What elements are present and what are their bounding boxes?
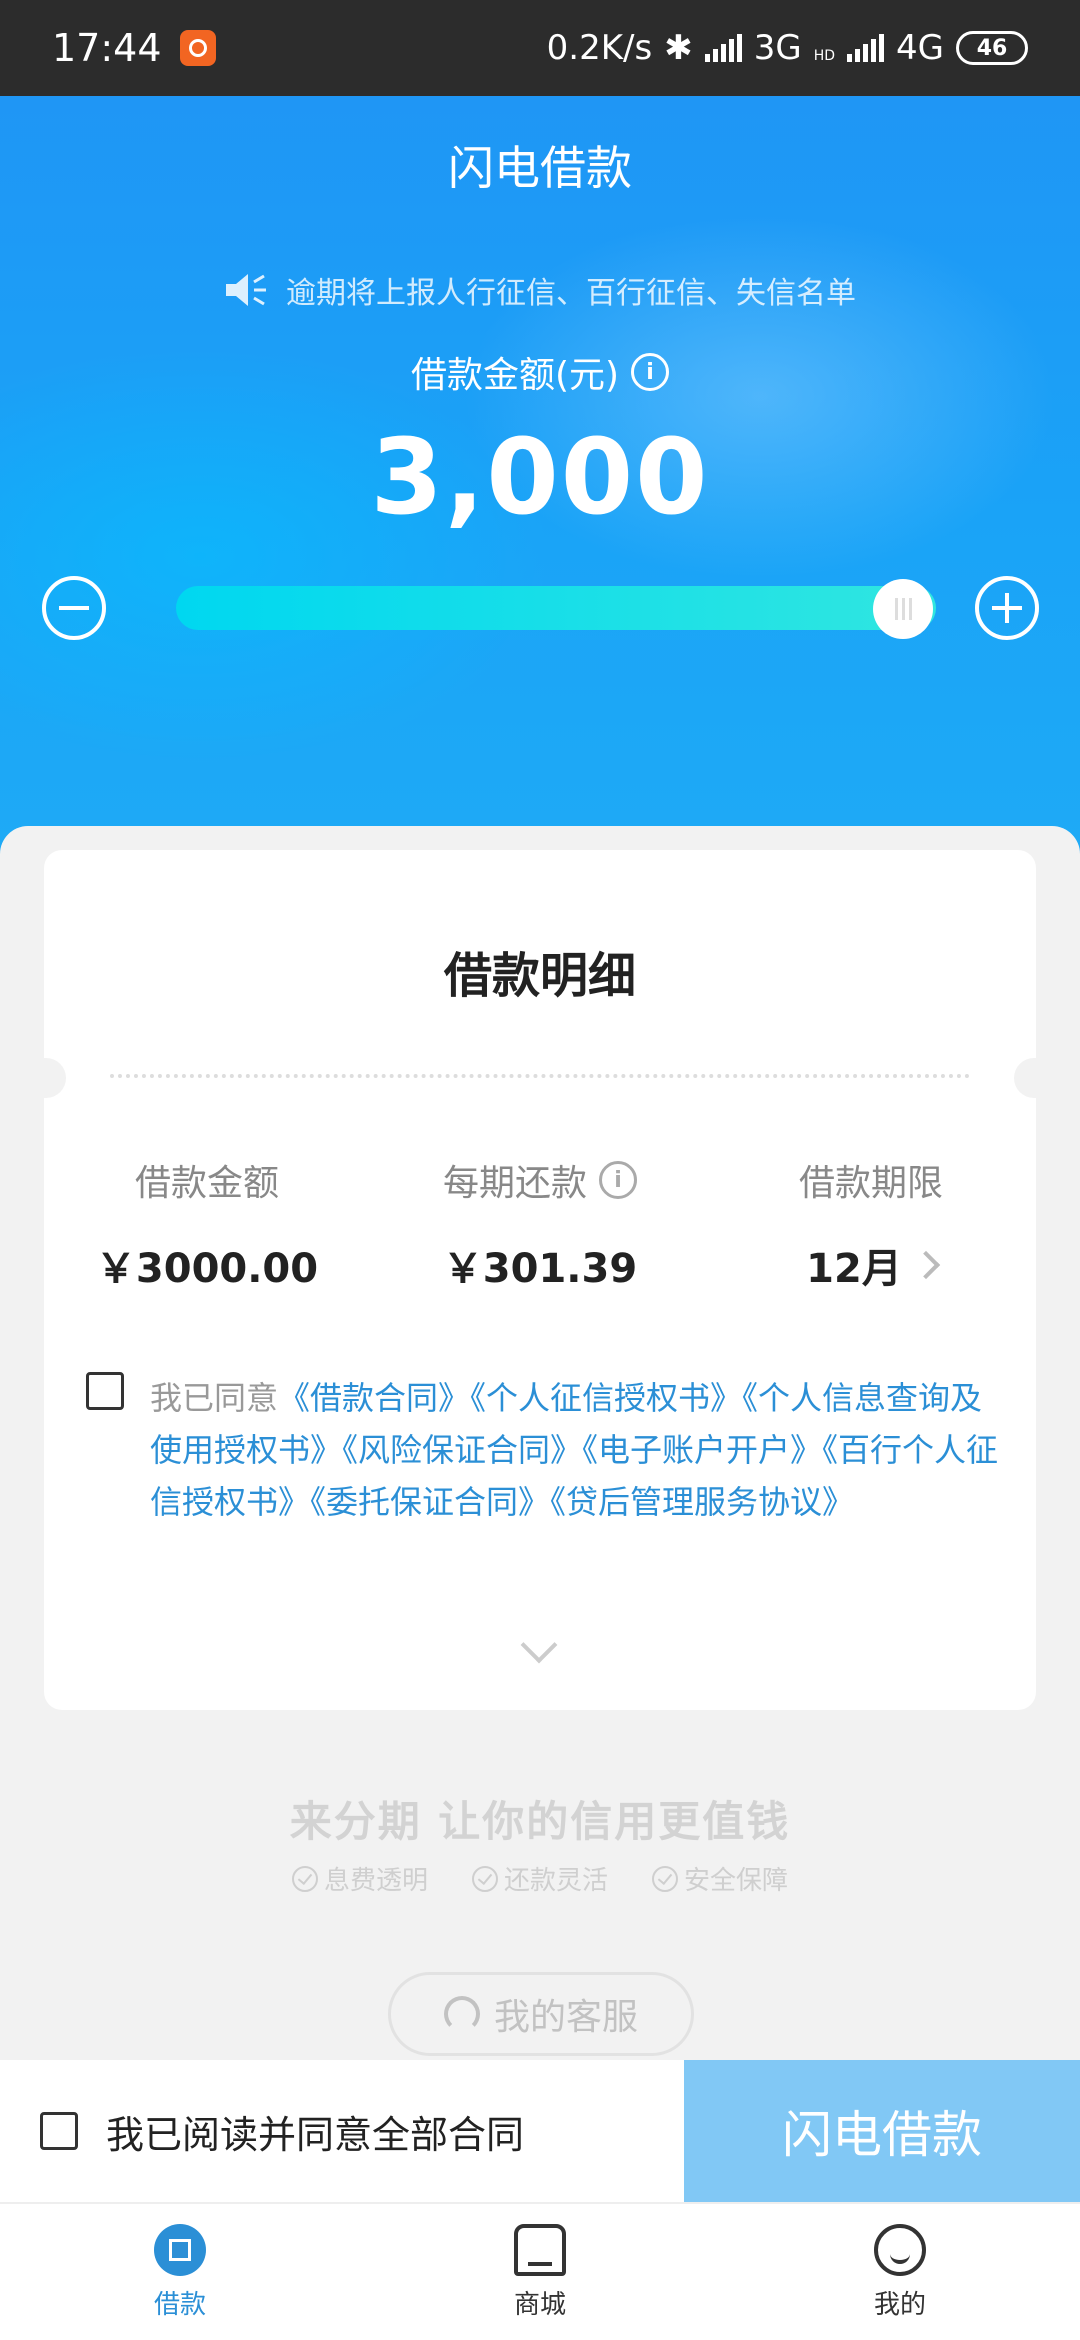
minus-icon xyxy=(59,606,89,610)
signal-icon-2 xyxy=(847,34,885,62)
feature-item: 还款灵活 xyxy=(471,1860,608,1897)
info-icon[interactable]: i xyxy=(631,353,670,391)
loan-amount: 3,000 xyxy=(370,416,710,538)
agreement-text: 我已同意《借款合同》《个人征信授权书》《个人信息查询及使用授权书》《风险保证合同… xyxy=(150,1372,1010,1528)
tab-label: 商城 xyxy=(513,2289,566,2320)
overdue-notice: 逾期将上报人行征信、百行征信、失信名单 xyxy=(0,268,1080,312)
app-notification-icon xyxy=(179,30,216,66)
feature-item: 安全保障 xyxy=(652,1860,788,1897)
summary-label: 借款期限 xyxy=(798,1163,943,1204)
increase-amount-button[interactable] xyxy=(975,576,1039,640)
amount-label-row: 借款金额(元) i xyxy=(0,346,1080,398)
agree-all-checkbox[interactable] xyxy=(40,2112,78,2150)
agree-all-row[interactable]: 我已阅读并同意全部合同 xyxy=(0,2060,684,2202)
agree-all-label: 我已阅读并同意全部合同 xyxy=(106,2112,525,2157)
chevron-down-icon[interactable] xyxy=(520,1626,558,1664)
divider xyxy=(110,1074,970,1078)
bluetooth-icon: ✱ xyxy=(664,28,693,68)
profile-icon xyxy=(874,2223,926,2276)
status-indicators: 0.2K/s ✱ 3G HD 4G 46 xyxy=(547,28,1028,68)
check-circle-icon xyxy=(471,1865,498,1892)
info-icon[interactable]: i xyxy=(599,1161,637,1199)
network-speed: 0.2K/s xyxy=(546,28,653,68)
tab-loan[interactable]: 借款 xyxy=(0,2204,360,2340)
amount-label: 借款金额(元) xyxy=(410,355,620,396)
summary-amount: 借款金额 ￥3000.00 xyxy=(42,1150,372,1292)
tab-shop[interactable]: 商城 xyxy=(360,2204,720,2340)
summary-value: ￥3000.00 xyxy=(95,1246,319,1292)
summary-value: 12月 xyxy=(806,1246,902,1292)
battery-icon: 46 xyxy=(956,31,1028,65)
agreement-checkbox[interactable] xyxy=(86,1372,124,1410)
tab-me[interactable]: 我的 xyxy=(720,2204,1080,2340)
customer-service-button[interactable]: 我的客服 xyxy=(388,1972,694,2056)
plus-icon xyxy=(992,593,1022,623)
network-type-1: 3G xyxy=(753,28,802,68)
status-time: 17:44 xyxy=(52,26,162,70)
submit-loan-button[interactable]: 闪电借款 xyxy=(684,2060,1080,2202)
speaker-icon xyxy=(226,274,266,306)
chevron-right-icon xyxy=(911,1250,940,1280)
promo-slogan: 来分期 让你的信用更值钱 xyxy=(289,1797,791,1846)
headset-icon xyxy=(443,1996,480,2032)
hd-label: HD xyxy=(813,48,836,64)
shop-icon xyxy=(514,2223,566,2276)
slider-handle[interactable] xyxy=(873,579,933,639)
agreement-prefix: 我已同意 xyxy=(150,1379,279,1417)
summary-value: ￥301.39 xyxy=(442,1246,638,1292)
service-label: 我的客服 xyxy=(493,1997,638,2038)
loan-details-card: 借款明细 借款金额 ￥3000.00 每期还款 i ￥301.39 借款期限 1… xyxy=(22,850,1058,1710)
loan-hero: 闪电借款 逾期将上报人行征信、百行征信、失信名单 借款金额(元) i 3,000 xyxy=(0,96,1080,856)
tab-bar: 借款 商城 我的 xyxy=(0,2202,1080,2340)
summary-label: 借款金额 xyxy=(134,1163,279,1204)
tab-label: 借款 xyxy=(153,2289,206,2320)
page-title: 闪电借款 xyxy=(448,141,632,195)
feature-item: 息费透明 xyxy=(291,1860,428,1897)
status-bar: 17:44 0.2K/s ✱ 3G HD 4G 46 xyxy=(0,0,1080,96)
summary-label: 每期还款 xyxy=(442,1163,587,1204)
decrease-amount-button[interactable] xyxy=(42,576,106,640)
summary-term[interactable]: 借款期限 12月 xyxy=(706,1150,1036,1292)
amount-slider[interactable] xyxy=(176,586,936,630)
tab-label: 我的 xyxy=(873,2289,926,2320)
loan-icon xyxy=(154,2223,206,2276)
notice-text: 逾期将上报人行征信、百行征信、失信名单 xyxy=(286,276,856,311)
check-circle-icon xyxy=(291,1865,318,1892)
network-type-2: 4G xyxy=(896,28,944,68)
check-circle-icon xyxy=(652,1865,678,1892)
agreement-links[interactable]: 《借款合同》《个人征信授权书》《个人信息查询及使用授权书》《风险保证合同》《电子… xyxy=(150,1379,998,1521)
summary-installment: 每期还款 i ￥301.39 xyxy=(375,1150,705,1292)
details-title: 借款明细 xyxy=(443,948,636,1004)
signal-icon xyxy=(704,34,742,62)
action-bar: 我已阅读并同意全部合同 闪电借款 xyxy=(0,2060,1080,2202)
promo-features: 息费透明 还款灵活 安全保障 xyxy=(0,1860,1080,1897)
